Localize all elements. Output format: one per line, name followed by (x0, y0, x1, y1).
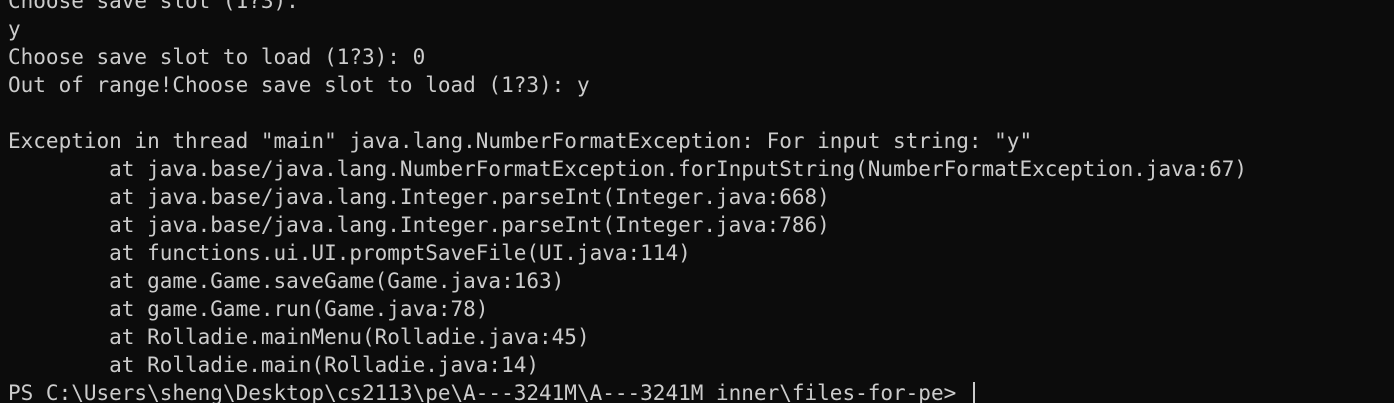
stack-trace-line: at java.base/java.lang.NumberFormatExcep… (8, 157, 1248, 181)
shell-prompt: PS C:\Users\sheng\Desktop\cs2113\pe\A---… (8, 381, 969, 403)
exception-line: Exception in thread "main" java.lang.Num… (8, 129, 1033, 153)
terminal-line: Choose save slot to load (1?3): 0 (8, 45, 426, 69)
stack-trace-line: at java.base/java.lang.Integer.parseInt(… (8, 213, 830, 237)
terminal-window[interactable]: Choose save slot (1?3): y Choose save sl… (0, 0, 1394, 403)
stack-trace-line: at Rolladie.main(Rolladie.java:14) (8, 353, 540, 377)
prompt-line[interactable]: PS C:\Users\sheng\Desktop\cs2113\pe\A---… (8, 379, 1394, 403)
stack-trace-line: at java.base/java.lang.Integer.parseInt(… (8, 185, 830, 209)
text-cursor[interactable] (972, 382, 975, 403)
stack-trace-line: at Rolladie.mainMenu(Rolladie.java:45) (8, 325, 590, 349)
terminal-line: y (8, 17, 21, 41)
stack-trace-line: at game.Game.saveGame(Game.java:163) (8, 269, 565, 293)
terminal-line: Out of range!Choose save slot to load (1… (8, 73, 590, 97)
terminal-output: Choose save slot (1?3): y Choose save sl… (8, 0, 1394, 403)
terminal-line-partial: Choose save slot (1?3): (8, 0, 312, 13)
stack-trace-line: at game.Game.run(Game.java:78) (8, 297, 489, 321)
stack-trace-line: at functions.ui.UI.promptSaveFile(UI.jav… (8, 241, 691, 265)
